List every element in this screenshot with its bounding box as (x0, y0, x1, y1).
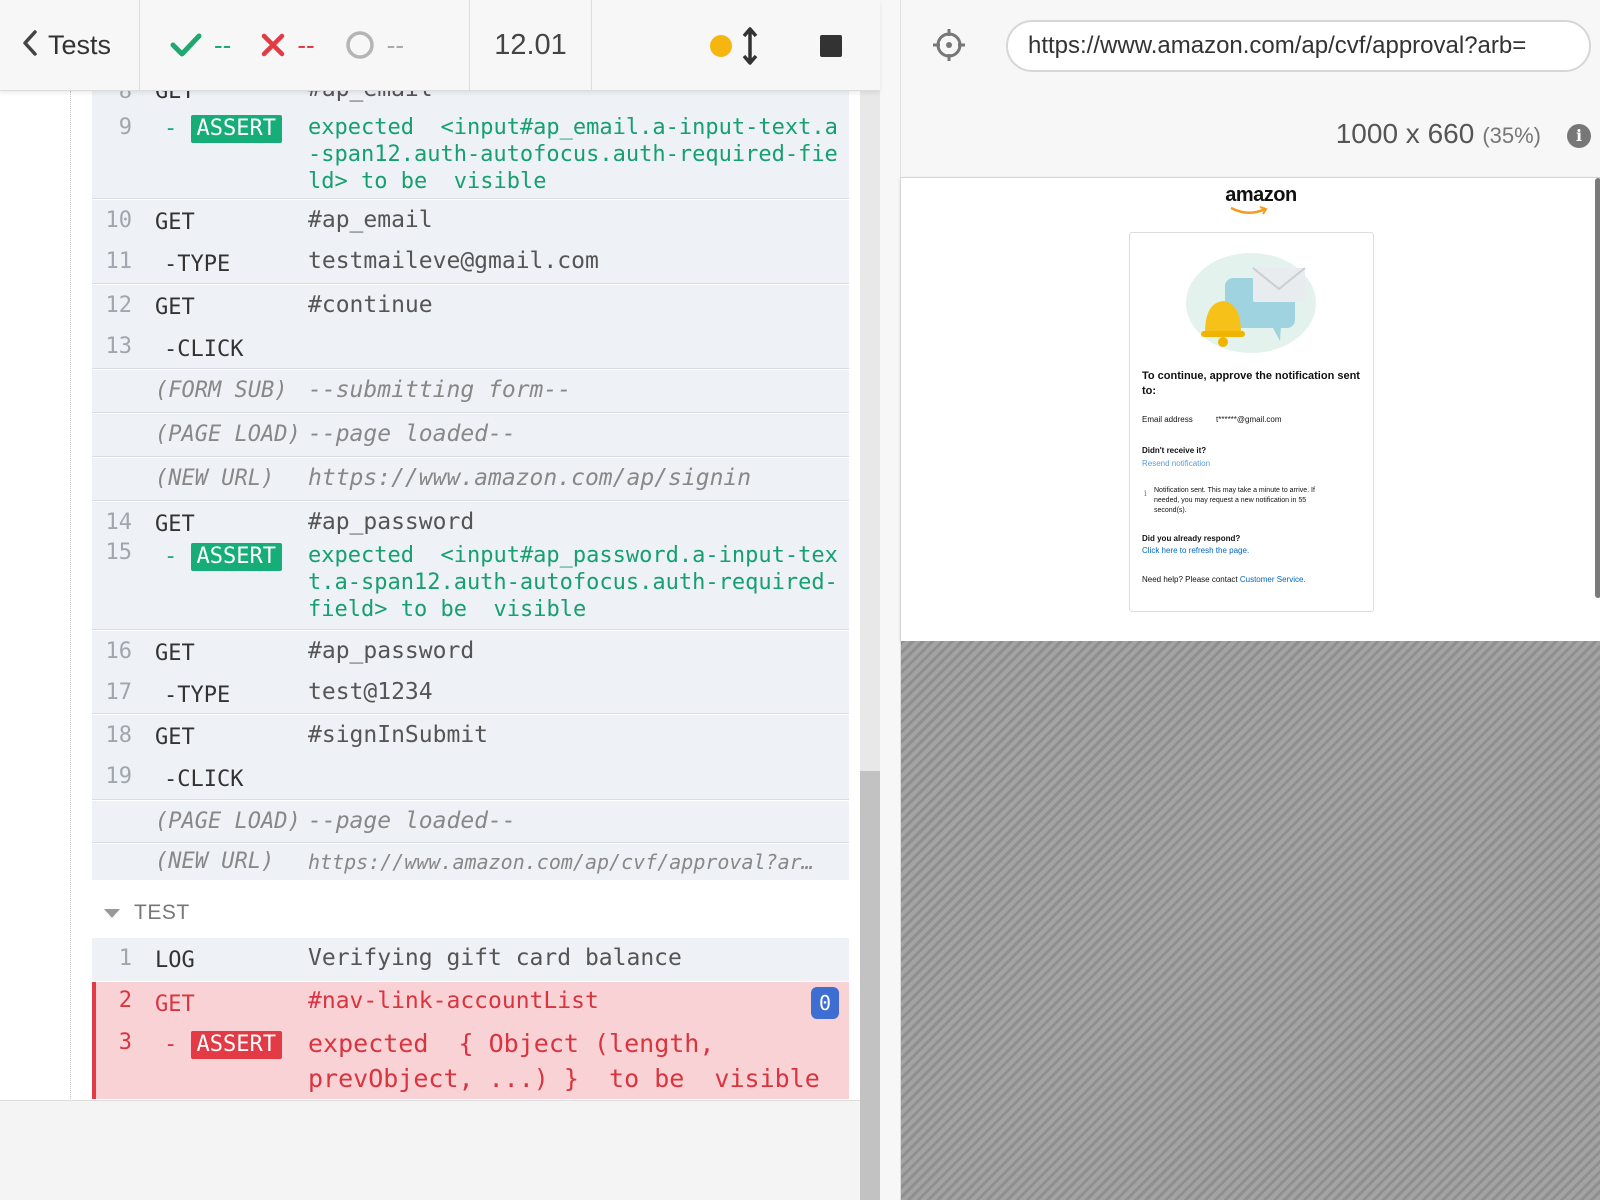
spinner-icon (345, 30, 375, 60)
test-stats: -- -- -- (140, 0, 470, 90)
event-row[interactable]: (NEW URL) https://www.amazon.com/ap/sign… (92, 458, 849, 501)
event-row[interactable]: (PAGE LOAD) --page loaded-- (92, 414, 849, 457)
notice-line-2: needed, you may request a new notificati… (1154, 497, 1307, 504)
resend-notification-link[interactable]: Resend notification (1142, 459, 1210, 468)
command-group[interactable]: 16 GET #ap_password 17 -TYPE test@1234 (92, 631, 849, 714)
command-group[interactable]: 18 GET #signInSubmit 19 -CLICK (92, 715, 849, 800)
refresh-page-link[interactable]: Click here to refresh the page. (1142, 546, 1249, 555)
command-group[interactable]: 14 GET #ap_password 15 - ASSERT expected… (92, 502, 849, 630)
app-under-test-panel: https://www.amazon.com/ap/cvf/approval?a… (900, 0, 1600, 1200)
failed-command-group[interactable]: 2 GET #nav-link-accountList 0 3 - ASSERT… (92, 982, 849, 1099)
chevron-left-icon (22, 29, 38, 62)
aut-iframe[interactable]: amazon To continue, approve the notifica… (901, 178, 1600, 641)
failed-count[interactable]: -- (261, 30, 315, 61)
resize-arrows-icon[interactable] (742, 26, 758, 70)
element-count-badge[interactable]: 0 (811, 987, 839, 1019)
duration: 12.01 (470, 0, 592, 90)
command-group[interactable]: 10 GET #ap_email 11 -TYPE testmaileve@gm… (92, 200, 849, 284)
event-row[interactable]: (FORM SUB) --submitting form-- (92, 370, 849, 413)
assert-message: expected <input#ap_password.a-input-text… (308, 543, 838, 622)
url-bar[interactable]: https://www.amazon.com/ap/cvf/approval?a… (1006, 20, 1591, 72)
info-icon[interactable]: i (1567, 124, 1591, 148)
scrollbar-thumb[interactable] (860, 771, 880, 1200)
stop-icon[interactable] (820, 35, 842, 57)
pending-count[interactable]: -- (345, 30, 404, 61)
customer-service-link[interactable]: Customer Service. (1240, 575, 1306, 584)
x-icon (261, 33, 285, 57)
tests-label: Tests (48, 29, 112, 60)
test-section-header[interactable]: TEST (92, 895, 849, 931)
reporter-panel: Tests -- -- -- 12.01 8 GET 9 - ASSERT ex… (0, 0, 880, 1200)
notice-line-3: second(s). (1154, 507, 1187, 514)
crosshair-icon[interactable] (931, 27, 967, 67)
iframe-scrollbar[interactable] (1595, 178, 1600, 598)
reporter-header: Tests -- -- -- 12.01 (0, 0, 880, 91)
log-row[interactable]: 1 LOG Verifying gift card balance (92, 938, 849, 981)
aut-background (901, 641, 1600, 1200)
passed-count[interactable]: -- (170, 30, 231, 61)
check-icon (170, 32, 202, 58)
reporter-scrollbar[interactable] (860, 91, 880, 1200)
command-group[interactable]: 12 GET #continue 13 -CLICK (92, 285, 849, 369)
didnt-receive-label: Didn't receive it? (1142, 446, 1207, 455)
approval-heading: To continue, approve the notification se… (1142, 370, 1360, 397)
email-label: Email address (1142, 415, 1193, 424)
viewport-size: 1000 x 660 (35%) (1335, 118, 1541, 149)
assert-message: expected <input#ap_email.a-input-text.a-… (308, 115, 838, 194)
run-controls (592, 0, 880, 90)
help-text: Need help? Please contact Customer Servi… (1142, 575, 1306, 584)
approval-card: To continue, approve the notification se… (1129, 232, 1374, 612)
line-number: 15 (105, 540, 133, 565)
amazon-logo: amazon (1225, 184, 1297, 206)
assert-command: - ASSERT (164, 1031, 282, 1059)
aut-header: https://www.amazon.com/ap/cvf/approval?a… (901, 0, 1600, 178)
assert-command: - ASSERT (164, 115, 282, 143)
email-value: t******@gmail.com (1216, 415, 1282, 424)
command-log[interactable]: 8 GET #ap_email 9 - ASSERT expected <inp… (0, 91, 860, 1100)
event-row[interactable]: (NEW URL) https://www.amazon.com/ap/cvf/… (92, 844, 849, 880)
reporter-footer (0, 1100, 860, 1200)
already-responded-label: Did you already respond? (1142, 534, 1241, 543)
notice-info-icon: i (1144, 489, 1147, 498)
command-group[interactable]: 8 GET #ap_email 9 - ASSERT expected <inp… (92, 91, 849, 199)
line-number: 9 (118, 115, 132, 140)
hook-guide-line (70, 91, 71, 1100)
collapse-triangle-icon (104, 908, 120, 918)
amazon-smile-icon (1230, 206, 1268, 215)
notice-line-1: Notification sent. This may take a minut… (1154, 487, 1315, 494)
tests-button[interactable]: Tests (0, 0, 140, 90)
event-row[interactable]: (PAGE LOAD) --page loaded-- (92, 801, 849, 843)
status-dot-icon (710, 35, 732, 57)
assert-command: - ASSERT (164, 543, 282, 571)
notification-illustration (1186, 253, 1316, 353)
assert-message: expected { Object (length, prevObject, .… (308, 1029, 820, 1093)
